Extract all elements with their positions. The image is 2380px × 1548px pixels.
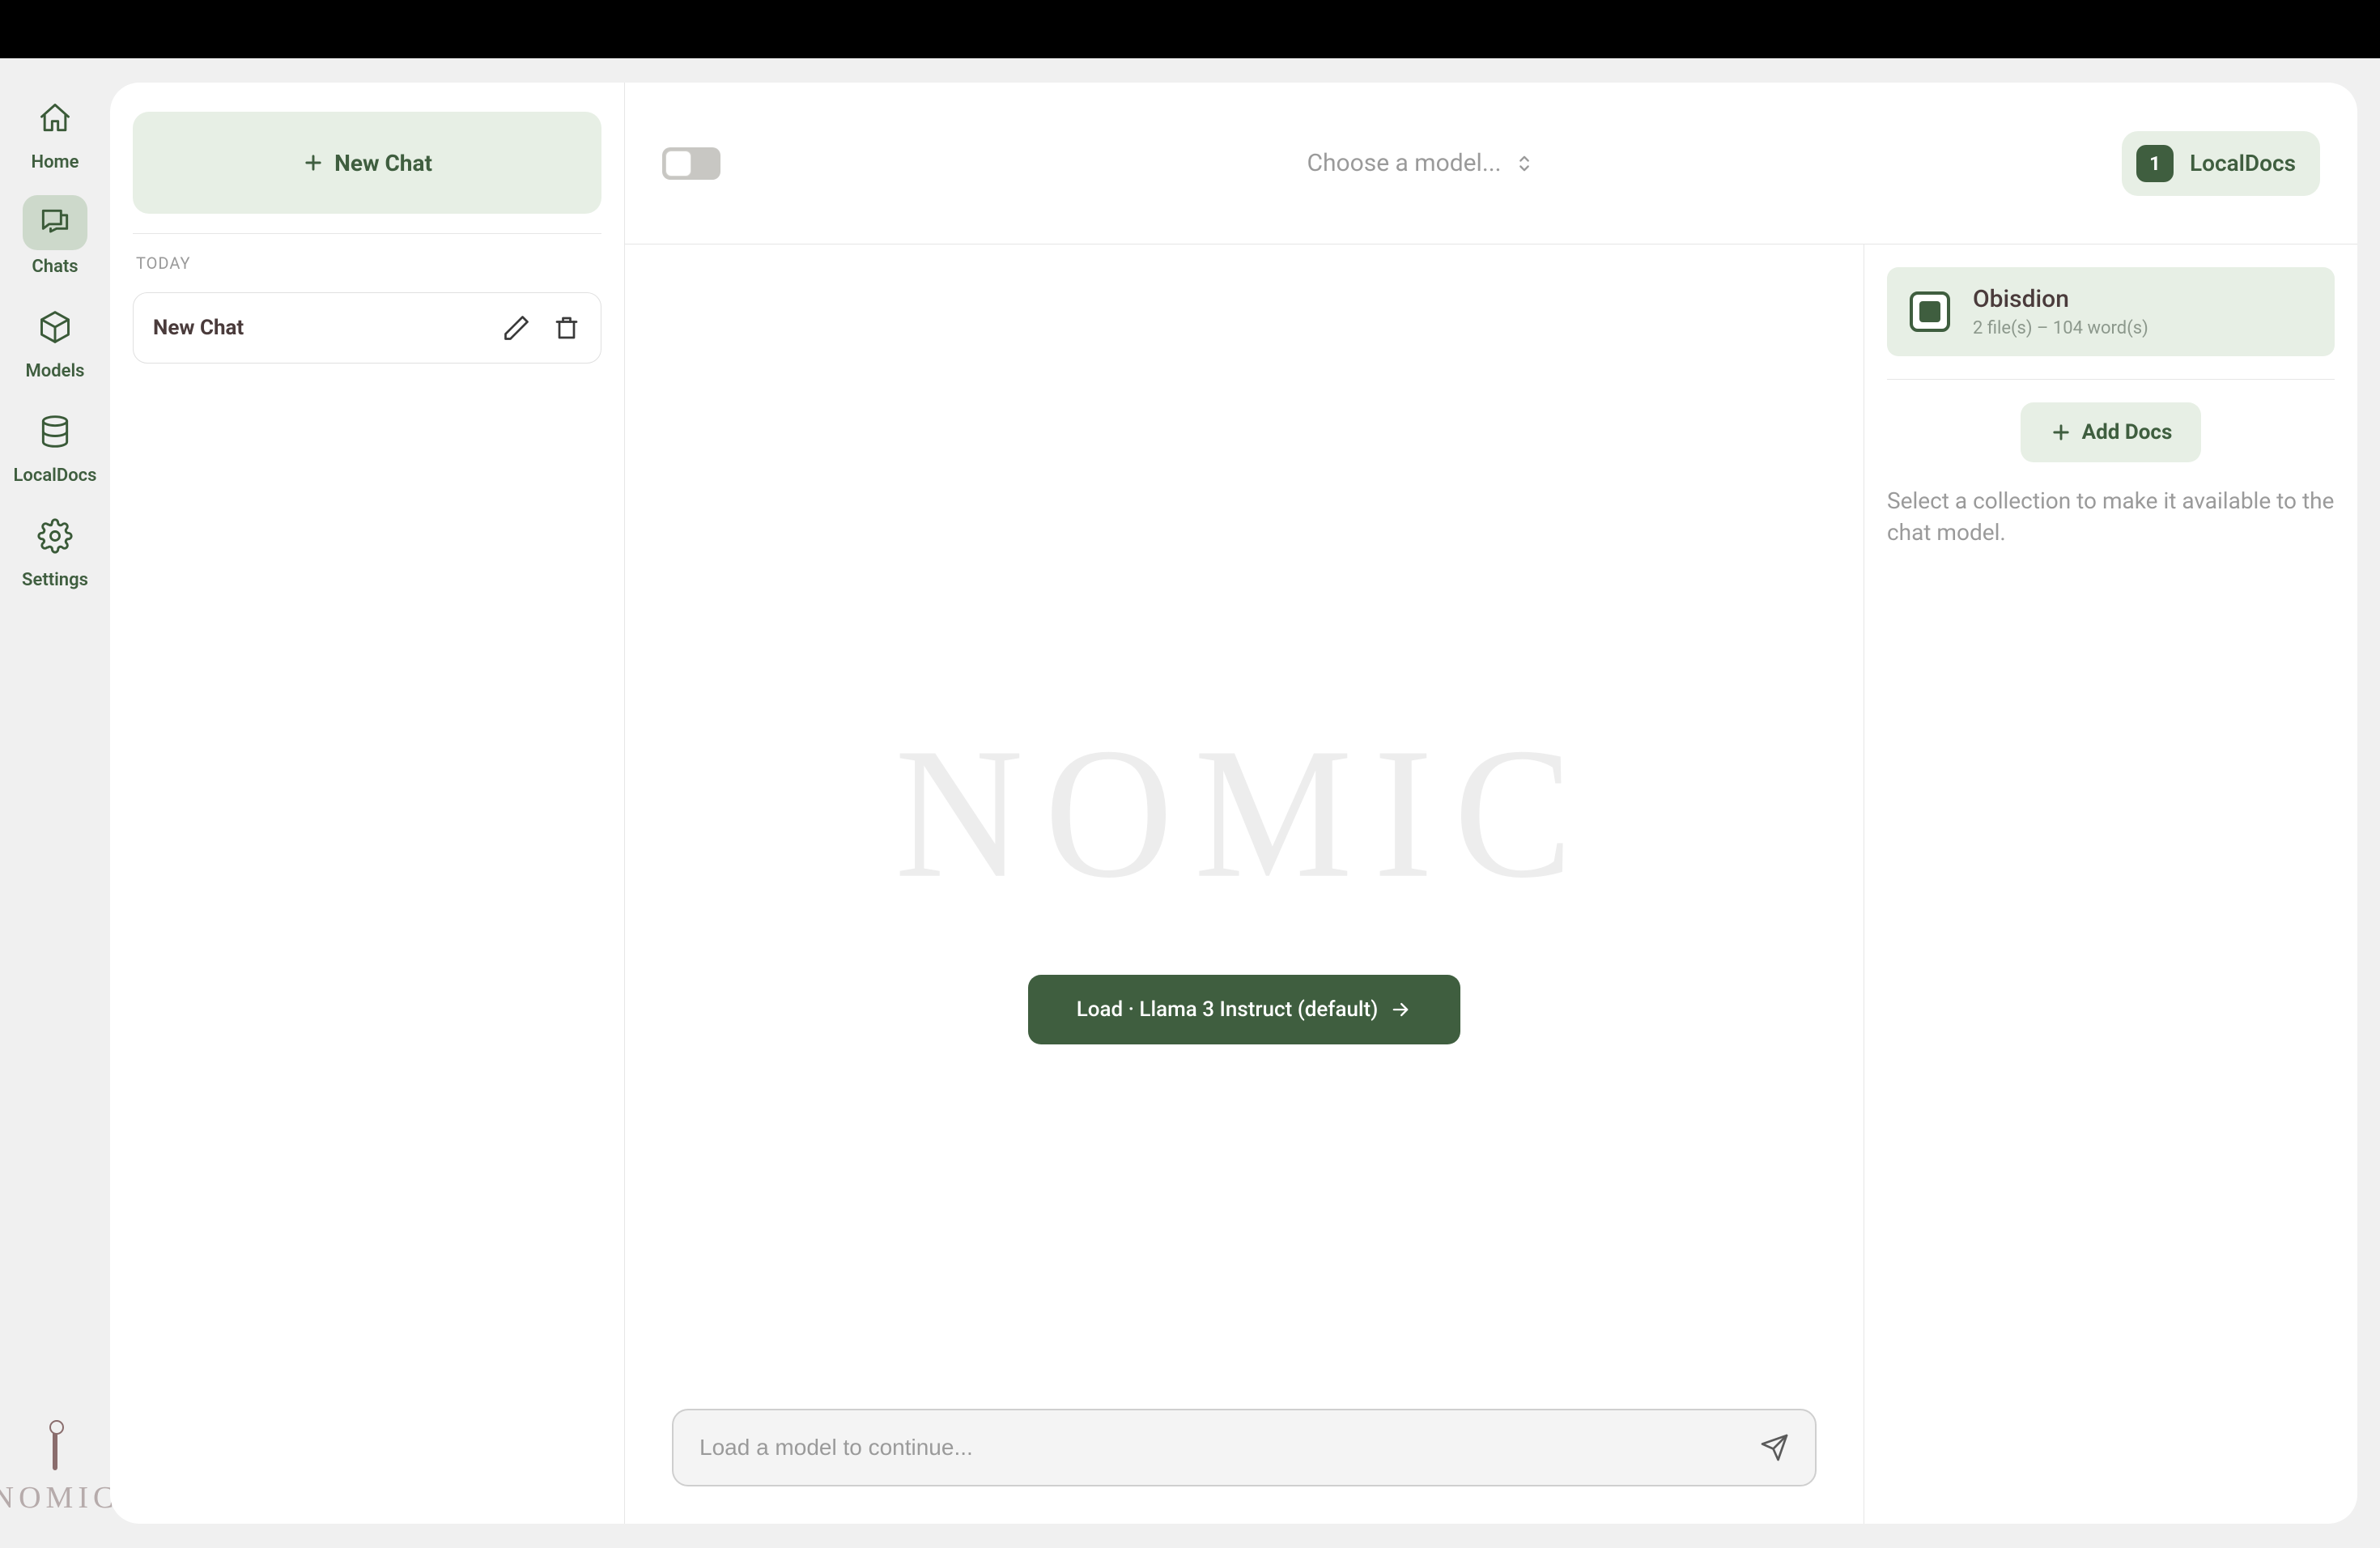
add-docs-label: Add Docs (2082, 420, 2173, 444)
chat-section-today: TODAY (133, 253, 601, 273)
nav-item-settings[interactable]: Settings (0, 504, 110, 597)
chat-row[interactable]: New Chat (133, 292, 601, 364)
nav-label-localdocs: LocalDocs (14, 466, 97, 486)
nav-item-models[interactable]: Models (0, 295, 110, 388)
pin-icon (53, 1425, 57, 1470)
plus-icon (302, 151, 325, 174)
nav-label-settings: Settings (22, 570, 88, 590)
divider (133, 233, 601, 234)
home-icon (37, 100, 73, 136)
nav-label-chats: Chats (32, 257, 78, 277)
add-docs-button[interactable]: Add Docs (2021, 402, 2202, 462)
database-icon (37, 414, 73, 449)
nav-item-home[interactable]: Home (0, 86, 110, 179)
message-input[interactable] (699, 1435, 1744, 1461)
cube-icon (37, 309, 73, 345)
arrow-right-icon (1389, 998, 1412, 1021)
nav-rail: Home Chats Models LocalDocs (0, 58, 110, 1548)
send-icon[interactable] (1760, 1433, 1789, 1462)
window-titlebar (0, 0, 2380, 58)
chevron-up-down-icon (1513, 152, 1536, 175)
collection-tile[interactable]: Obisdion 2 file(s) – 104 word(s) (1887, 267, 2335, 356)
center-column: Choose a model... 1 LocalDocs NOMIC Load… (625, 83, 2357, 1524)
trash-icon[interactable] (552, 313, 581, 342)
new-chat-label: New Chat (334, 150, 432, 176)
main-card: New Chat TODAY New Chat Choo (110, 83, 2357, 1524)
divider (1887, 379, 2335, 380)
message-composer (672, 1409, 1817, 1486)
watermark-logo: NOMIC (895, 720, 1593, 907)
gear-icon (37, 518, 73, 554)
localdocs-chip[interactable]: 1 LocalDocs (2122, 131, 2320, 196)
load-default-label: Load · Llama 3 Instruct (default) (1077, 997, 1379, 1022)
model-picker-placeholder: Choose a model... (1307, 149, 1501, 177)
nav-label-models: Models (26, 361, 85, 381)
chat-list-column: New Chat TODAY New Chat (110, 83, 625, 1524)
nav-item-localdocs[interactable]: LocalDocs (0, 399, 110, 492)
brand-wordmark: NOMIC (0, 1480, 118, 1516)
plus-icon (2050, 421, 2072, 444)
chat-area: NOMIC Load · Llama 3 Instruct (default) (625, 245, 1864, 1524)
brand-logo: NOMIC (0, 1425, 118, 1548)
chats-icon (37, 205, 73, 240)
localdocs-count-badge: 1 (2136, 145, 2174, 182)
chat-row-title: New Chat (153, 316, 492, 340)
center-header: Choose a model... 1 LocalDocs (625, 83, 2357, 245)
collection-checkbox[interactable] (1910, 291, 1950, 332)
model-picker[interactable]: Choose a model... (740, 149, 2102, 177)
collection-name: Obisdion (1973, 285, 2148, 313)
collection-sub: 2 file(s) – 104 word(s) (1973, 318, 2148, 338)
edit-icon[interactable] (502, 313, 531, 342)
docs-hint: Select a collection to make it available… (1887, 485, 2335, 548)
localdocs-panel: Obisdion 2 file(s) – 104 word(s) Add Doc… (1864, 245, 2357, 1524)
load-default-model-button[interactable]: Load · Llama 3 Instruct (default) (1028, 975, 1461, 1044)
nav-label-home: Home (32, 152, 79, 172)
localdocs-chip-label: LocalDocs (2190, 150, 2296, 176)
new-chat-button[interactable]: New Chat (133, 112, 601, 214)
nav-item-chats[interactable]: Chats (0, 190, 110, 283)
sidebar-toggle[interactable] (662, 147, 720, 180)
